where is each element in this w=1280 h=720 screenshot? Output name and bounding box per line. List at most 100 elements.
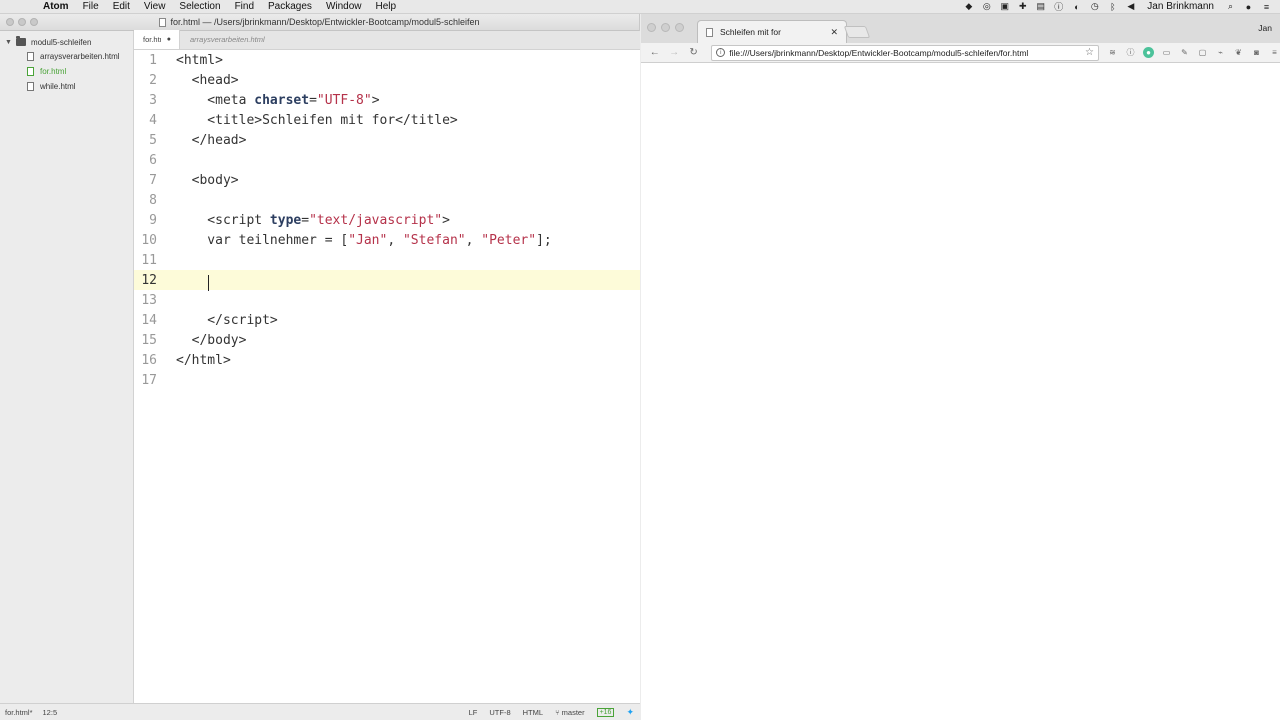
status-cursor-position[interactable]: 12:5 [43,708,58,717]
notification-center-icon[interactable]: ≡ [1261,1,1272,12]
tree-file-for[interactable]: for.html [0,64,133,79]
bookmark-star-icon[interactable]: ☆ [1085,47,1094,58]
volume-icon[interactable]: ◀ [1125,1,1136,12]
line-number: 13 [141,292,157,308]
file-icon [27,52,34,61]
line-number: 11 [141,252,157,268]
status-file-name[interactable]: for.html* [5,708,33,717]
code-line: 17 [134,370,640,390]
info-extension-icon[interactable]: ⓘ [1125,47,1136,58]
text-cursor [208,275,209,291]
pocket-extension-icon[interactable]: ▢ [1197,47,1208,58]
code-line: 2 <head> [134,70,640,90]
evernote-extension-icon[interactable]: ✎ [1179,47,1190,58]
profile-button[interactable]: Jan [1258,23,1272,33]
line-number: 12 [141,272,157,288]
menu-window[interactable]: Window [319,0,369,14]
status-encoding[interactable]: UTF-8 [489,708,510,717]
line-number: 1 [149,52,157,68]
line-number: 9 [149,212,157,228]
menu-edit[interactable]: Edit [106,0,137,14]
green-extension-icon[interactable]: ● [1143,47,1155,58]
status-git-branch[interactable]: ⑂ master [555,708,585,717]
tree-file-label: arraysverarbeiten.html [40,52,120,61]
modified-dot-icon[interactable]: ● [167,36,171,43]
editor-tab-bar: for.html ● arraysverarbeiten.html [134,30,640,50]
status-line-ending[interactable]: LF [469,708,478,717]
bluetooth-icon[interactable]: ᛒ [1107,1,1118,12]
code-line: 1 <html> [134,50,640,70]
close-window-button[interactable] [647,23,656,32]
creative-cloud-icon[interactable]: ◎ [981,1,992,12]
tree-root-folder[interactable]: ▼ modul5-schleifen [0,35,133,49]
status-grammar[interactable]: HTML [523,708,543,717]
menu-view[interactable]: View [137,0,173,14]
minimize-window-button[interactable] [661,23,670,32]
zoom-window-button[interactable] [30,18,38,26]
new-tab-button[interactable] [843,26,871,38]
code-line: 8 [134,190,640,210]
line-number: 15 [141,332,157,348]
sync-icon[interactable]: ◐ [1071,1,1082,12]
info-icon[interactable]: ⓘ [1053,1,1064,12]
address-url[interactable]: file:///Users/jbrinkmann/Desktop/Entwick… [729,48,1028,58]
code-text: var teilnehmer = ["Jan", "Stefan", "Pete… [176,232,552,248]
line-number: 6 [149,152,157,168]
spotlight-search-icon[interactable]: ⌕ [1225,1,1236,12]
twitter-icon[interactable]: ✦ [626,707,634,718]
camera-extension-icon[interactable]: ◙ [1251,47,1262,58]
code-editor[interactable]: 1 <html> 2 <head> 3 <meta charset="UTF-8"… [134,50,640,703]
code-line: 4 <title>Schleifen mit for</title> [134,110,640,130]
dropbox-icon[interactable]: ◆ [963,1,974,12]
page-info-icon[interactable]: i [716,48,726,57]
git-branch-icon: ⑂ [555,707,560,717]
line-number: 2 [149,72,157,88]
close-window-button[interactable] [6,18,14,26]
code-text: </body> [176,332,247,348]
menubar-user-name[interactable]: Jan Brinkmann [1143,1,1218,12]
tree-file-while[interactable]: while.html [0,79,133,94]
siri-icon[interactable]: ● [1243,1,1254,12]
tab-label: for.html [143,35,161,44]
code-text: <script type="text/javascript"> [176,212,450,228]
page-icon [706,27,713,37]
layers-extension-icon[interactable]: ≋ [1107,47,1118,58]
zoom-window-button[interactable] [675,23,684,32]
cast-extension-icon[interactable]: ▭ [1161,47,1172,58]
close-tab-icon[interactable]: ✕ [830,27,838,38]
menu-packages[interactable]: Packages [261,0,319,14]
menu-file[interactable]: File [76,0,106,14]
status-git-diff[interactable]: +16 [596,707,615,717]
line-number: 5 [149,132,157,148]
address-bar[interactable]: i file:///Users/jbrinkmann/Desktop/Entwi… [711,44,1100,61]
tree-file-label: for.html [40,67,67,76]
code-line: 13 [134,290,640,310]
tab-arraysverarbeiten-html[interactable]: arraysverarbeiten.html [180,30,273,49]
back-arrow-icon[interactable]: ← [647,47,662,58]
browser-viewport[interactable] [641,63,1280,720]
tree-file-arraysverarbeiten[interactable]: arraysverarbeiten.html [0,49,133,64]
tree-file-label: while.html [40,82,76,91]
link-extension-icon[interactable]: ⌁ [1215,47,1226,58]
menu-app-atom[interactable]: Atom [36,0,76,14]
browser-tab[interactable]: Schleifen mit for ✕ [697,20,847,43]
menu-kebab-icon[interactable]: ≡ [1269,47,1280,58]
medic-icon[interactable]: ✚ [1017,1,1028,12]
minimize-window-button[interactable] [18,18,26,26]
file-icon [27,82,34,91]
menu-selection[interactable]: Selection [172,0,227,14]
reload-icon[interactable]: ↻ [686,47,701,58]
time-machine-icon[interactable]: ◷ [1089,1,1100,12]
clipboard-icon[interactable]: ▤ [1035,1,1046,12]
atom-window-title: for.html — /Users/jbrinkmann/Desktop/Ent… [170,17,480,27]
menu-find[interactable]: Find [228,0,261,14]
chrome-window: Schleifen mit for ✕ Jan ← → ↻ i file:///… [641,14,1280,720]
atom-window-controls [6,18,38,26]
forward-arrow-icon[interactable]: → [666,47,681,58]
status-tray: ◆ ◎ ▣ ✚ ▤ ⓘ ◐ ◷ ᛒ ◀ Jan Brinkmann ⌕ ● ≡ [963,1,1280,12]
leaf-extension-icon[interactable]: ❦ [1233,47,1244,58]
screen-record-icon[interactable]: ▣ [999,1,1010,12]
line-number: 10 [141,232,157,248]
menu-help[interactable]: Help [369,0,404,14]
tab-for-html[interactable]: for.html ● [134,30,180,49]
